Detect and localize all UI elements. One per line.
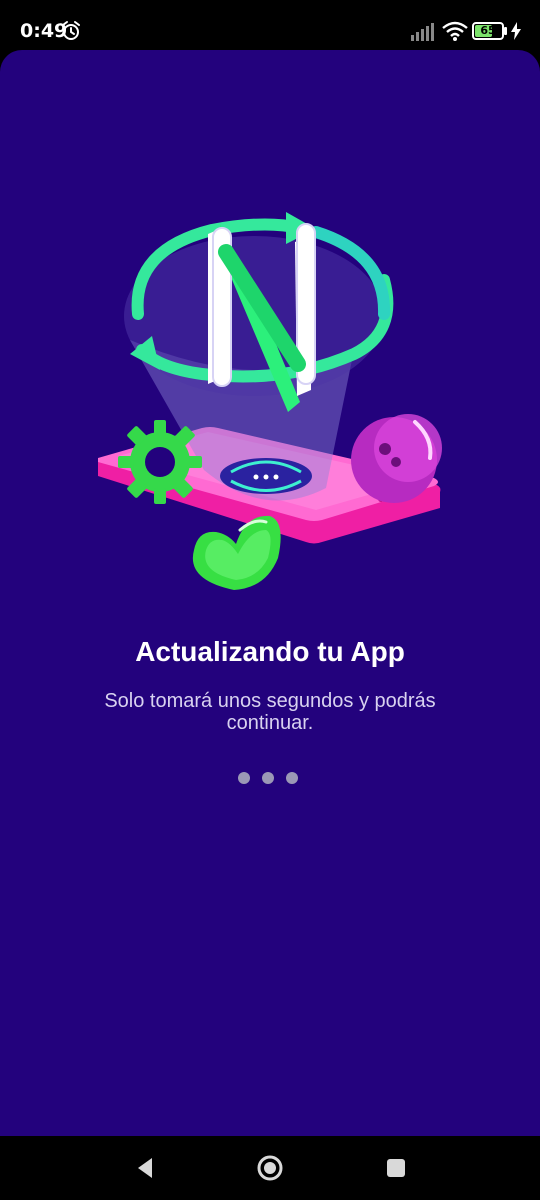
page-subtitle: Solo tomará unos segundos y podrás conti… <box>104 690 436 734</box>
navigation-bar <box>0 1136 540 1200</box>
home-icon[interactable] <box>256 1154 284 1182</box>
alarm-icon <box>62 21 80 40</box>
gear-icon <box>118 420 202 504</box>
loading-dot <box>286 772 298 784</box>
back-icon[interactable] <box>132 1154 156 1182</box>
signal-icon <box>411 23 434 41</box>
loading-dots <box>238 772 302 786</box>
wifi-icon <box>442 21 468 41</box>
status-bar: 0:49 65 <box>0 0 540 56</box>
loading-dot <box>238 772 250 784</box>
loading-dot <box>262 772 274 784</box>
update-screen: Actualizando tu App Solo tomará unos seg… <box>0 50 540 1136</box>
page-title: Actualizando tu App <box>135 636 405 667</box>
battery-level: 65 <box>480 24 496 37</box>
sync-badge-icon <box>220 458 312 494</box>
charging-icon <box>511 22 521 40</box>
app-update-illustration <box>98 212 442 590</box>
heart-icon <box>192 515 281 590</box>
recents-icon[interactable] <box>385 1157 407 1179</box>
